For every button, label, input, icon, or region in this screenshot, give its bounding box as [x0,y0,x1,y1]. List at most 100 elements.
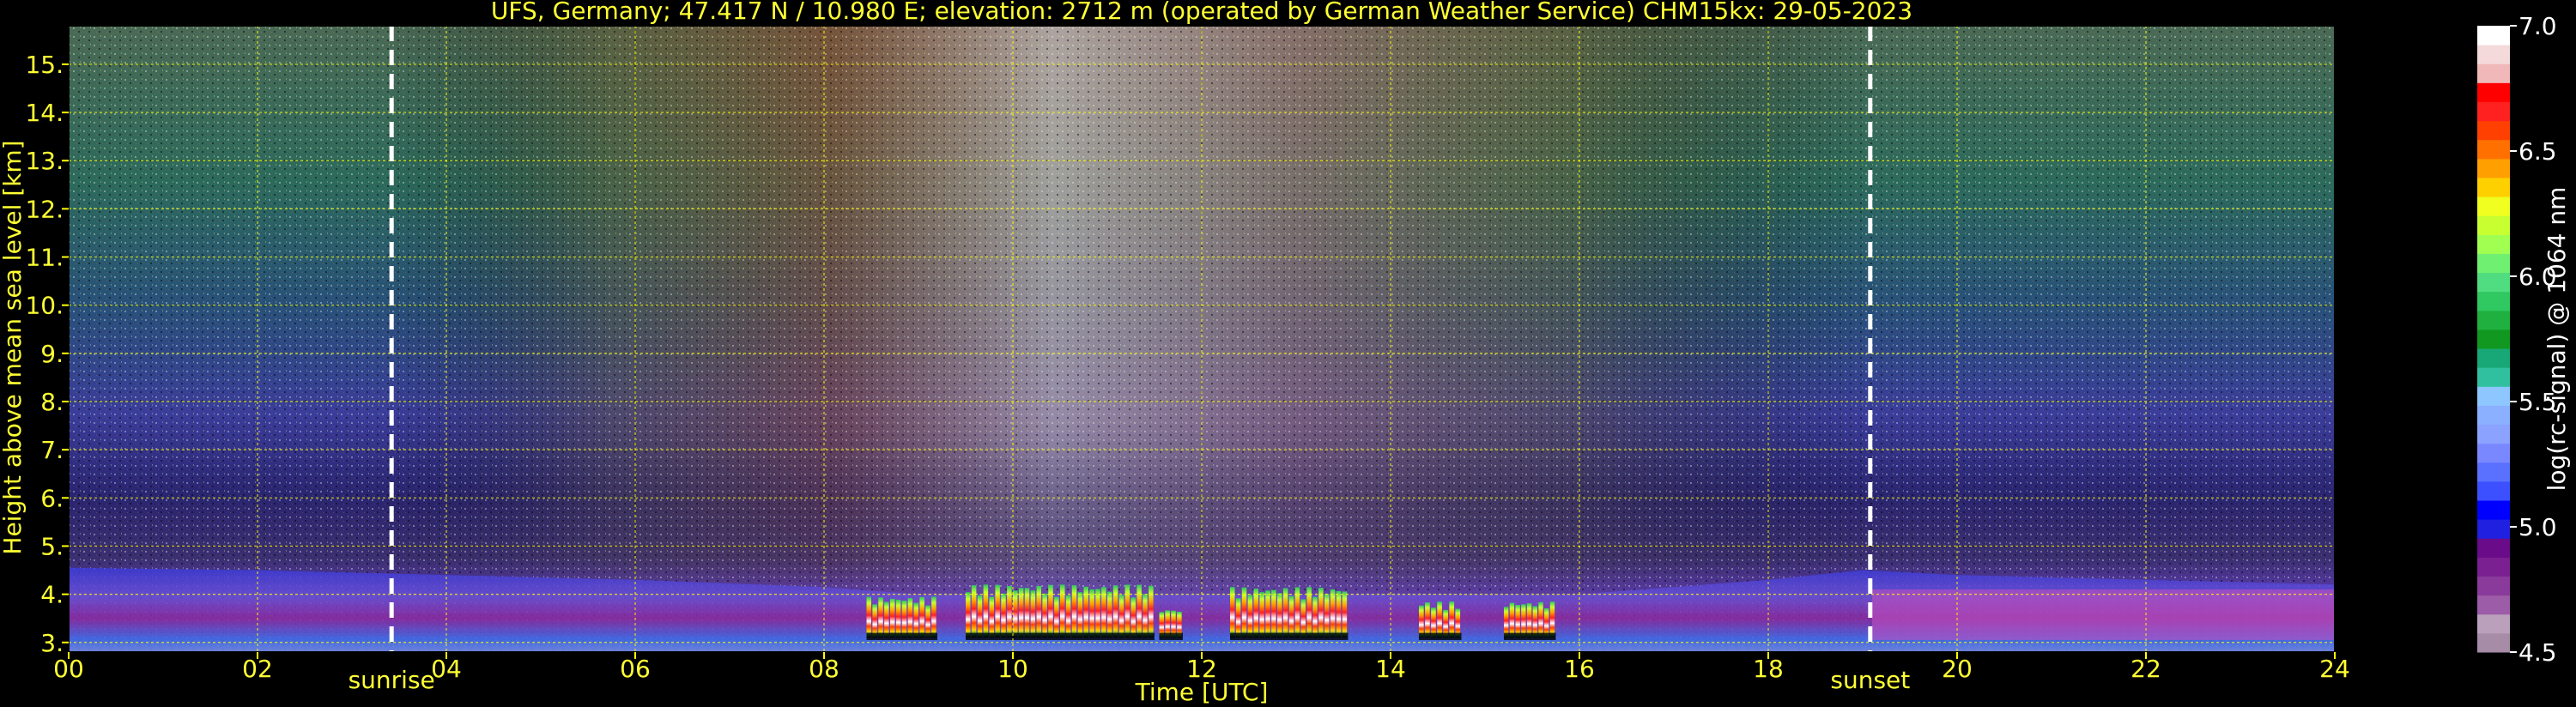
cloud-column [1030,590,1036,638]
x-tick-label: 10 [997,655,1028,683]
cloud-column [1509,602,1515,638]
y-tick-label: 5. [40,532,64,560]
colorbar-swatch [2477,101,2510,122]
cloud-column [872,604,877,638]
cloud-column [1089,589,1094,638]
cloud-column [989,596,994,638]
colorbar-swatch [2477,500,2510,520]
cloud-column [907,598,913,638]
colorbar-swatch [2477,291,2510,311]
y-tick-label: 4. [40,581,64,609]
x-tick-label: 14 [1375,655,1406,683]
cloud-column [1048,584,1053,638]
cloud-column [1013,590,1018,638]
cloud-column [1001,593,1006,638]
colorbar-swatch [2477,632,2510,653]
cloud-column [1024,588,1030,638]
colorbar-swatch [2477,462,2510,482]
x-tick-label: 02 [242,655,273,683]
colorbar-swatch [2477,538,2510,558]
cloud-column [913,602,918,638]
colorbar-swatch [2477,595,2510,615]
cloud-column [1143,594,1148,638]
cloud-column [1336,590,1342,638]
y-tick-label: 8. [40,388,64,416]
colorbar-swatch [2477,177,2510,197]
cloud-base [1419,632,1462,640]
sunrise-label: sunrise [349,666,435,694]
cloud-column [925,605,930,638]
y-tick-label: 6. [40,484,64,512]
cloud-column [1077,592,1083,638]
colorbar-swatch [2477,424,2510,444]
colorbar-swatch [2477,215,2510,235]
cloud-column [878,597,883,638]
cloud-column [1538,601,1543,638]
colorbar-swatch [2477,613,2510,634]
colorbar-swatch [2477,26,2510,45]
colorbar-swatch [2477,272,2510,293]
cloud-base [1504,632,1556,640]
x-axis-label: Time [UTC] [1135,678,1269,706]
chart-title: UFS, Germany; 47.417 N / 10.980 E; eleva… [491,0,1912,25]
cloud-column [866,596,871,638]
cloud-column [1065,595,1071,638]
colorbar-swatch [2477,82,2510,102]
cloud-column [1265,590,1270,638]
colorbar-swatch [2477,329,2510,349]
cloud-column [895,600,901,638]
x-tick-label: 06 [620,655,651,683]
cloud-column [1060,584,1065,638]
cloud-column [890,598,895,638]
colorbar-swatch [2477,367,2510,387]
cloud-column [1521,604,1526,638]
cloud-column [1515,604,1520,638]
cloud-column [1112,585,1118,638]
colorbar-swatch [2477,310,2510,330]
x-tick-label: 20 [1942,655,1973,683]
cloud-column [1526,603,1532,638]
cloud-base [966,632,1155,640]
cloud-column [1241,587,1247,638]
cloud-column [1253,589,1258,638]
cloud-column [1054,596,1059,638]
y-tick-label: 15. [25,51,64,79]
cloud-column [901,600,907,638]
colorbar-tick-label: 5.0 [2518,513,2557,541]
x-tick-label: 22 [2131,655,2161,683]
colorbar-swatch [2477,386,2510,406]
x-tick-label: 00 [53,655,84,683]
x-tick-label: 16 [1564,655,1595,683]
cloud-column [1118,595,1124,638]
colorbar-swatch [2477,348,2510,368]
cloud-column [1259,592,1264,638]
colorbar-swatch [2477,443,2510,463]
cloud-column [1042,593,1047,638]
colorbar-swatch [2477,519,2510,539]
cloud-column [1342,591,1348,638]
cloud-base [1159,632,1183,640]
y-tick-label: 3. [40,629,64,657]
cloud-column [1282,588,1288,638]
y-tick-label: 14. [25,99,64,127]
y-tick-label: 9. [40,340,64,368]
cloud-column [884,601,889,638]
colorbar-tick-label: 7.0 [2518,12,2557,40]
cloud-column [1549,601,1555,638]
cloud-column [977,595,983,638]
colorbar-swatch [2477,196,2510,216]
cloud-column [1018,588,1024,638]
cloud-column [1124,584,1130,638]
cloud-column [931,596,936,638]
y-tick-label: 11. [25,244,64,272]
colorbar-swatch [2477,253,2510,274]
colorbar-tick-label: 4.5 [2518,638,2557,667]
colorbar-swatch [2477,63,2510,83]
x-tick-label: 18 [1753,655,1784,683]
cloud-column [1324,594,1330,638]
cloud-column [1107,591,1112,638]
x-tick-label: 04 [431,655,462,683]
cloud-column [983,584,989,638]
y-tick-label: 13. [25,147,64,175]
cloud-column [1235,598,1241,638]
